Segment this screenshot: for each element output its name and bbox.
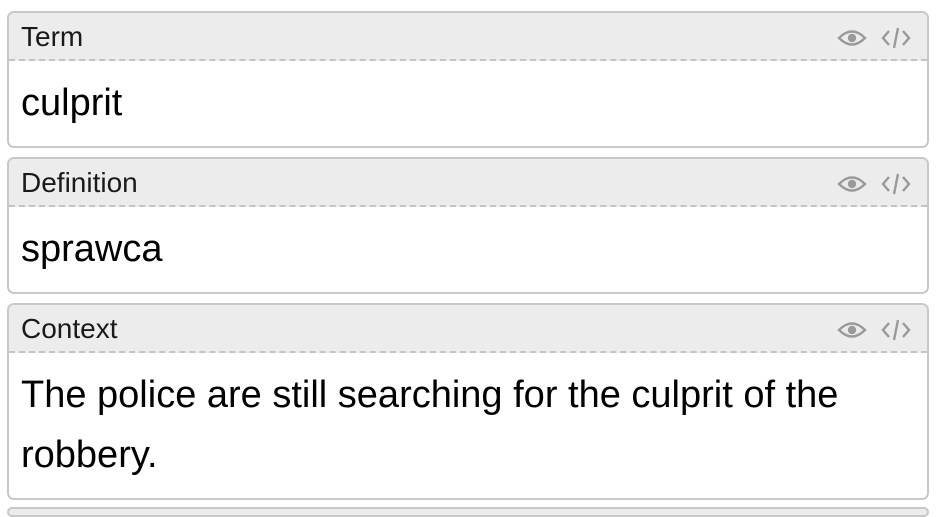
eye-icon[interactable]: [837, 171, 867, 197]
field-editor-term[interactable]: culprit: [9, 61, 927, 133]
field-header: Context: [9, 305, 927, 353]
field-term: Term culprit: [7, 11, 929, 148]
eye-icon[interactable]: [837, 25, 867, 51]
field-label-context: Context: [21, 313, 118, 344]
field-toolbar: [837, 171, 911, 197]
field-editor-definition[interactable]: sprawca: [9, 207, 927, 279]
field-label-term: Term: [21, 21, 84, 52]
field-label-definition: Definition: [21, 167, 138, 198]
next-field-edge: [7, 507, 929, 517]
field-definition: Definition sprawca: [7, 157, 929, 294]
field-header: Definition: [9, 159, 927, 207]
field-context: Context The police are still searching f…: [7, 303, 929, 500]
eye-icon[interactable]: [837, 317, 867, 343]
code-icon[interactable]: [881, 171, 911, 197]
field-editor-context[interactable]: The police are still searching for the c…: [9, 353, 927, 485]
field-header: Term: [9, 13, 927, 61]
code-icon[interactable]: [881, 317, 911, 343]
code-icon[interactable]: [881, 25, 911, 51]
field-toolbar: [837, 25, 911, 51]
field-toolbar: [837, 317, 911, 343]
